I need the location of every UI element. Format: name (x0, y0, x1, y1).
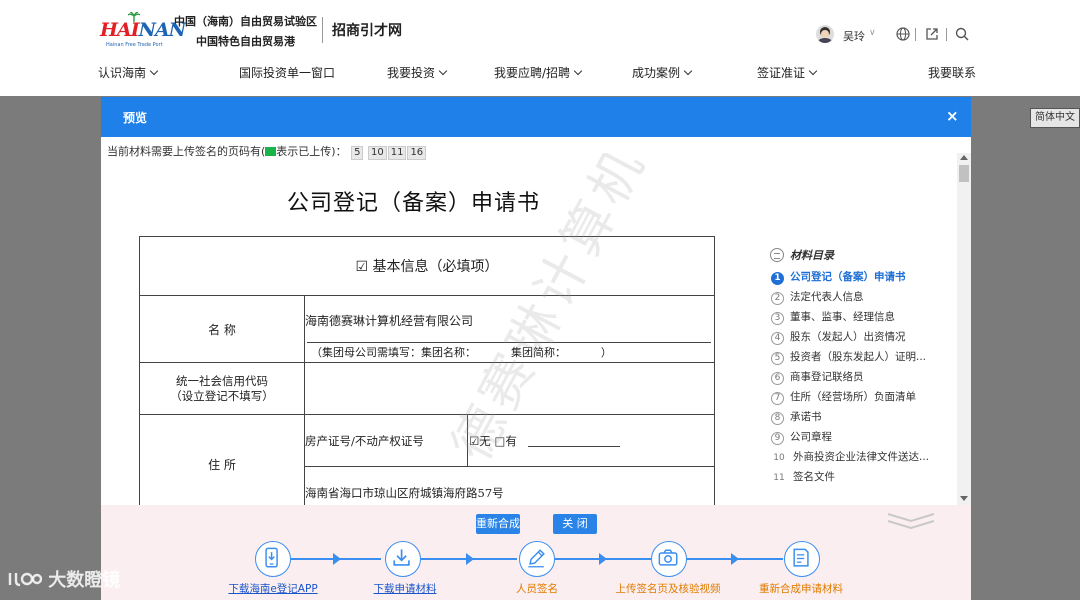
application-form-table: ☑ 基本信息（必填项） 名 称 海南德赛琳计算机经营有限公司 （集团母公司需填写… (139, 236, 715, 505)
toc-item[interactable]: 9 公司章程 (771, 429, 961, 445)
nav-item-jobs[interactable]: 我要应聘/招聘 (494, 64, 583, 81)
scroll-thumb[interactable] (959, 165, 969, 182)
phone-download-icon (265, 547, 278, 568)
header-icon-divider (946, 28, 947, 41)
nav-item-cases[interactable]: 成功案例 (632, 64, 693, 81)
process-footer: 重新合成 关 闭 下载海南e登记APP 下载申请材料 人员签名 上传签名页及核验… (101, 505, 971, 600)
brand-logo-icon (8, 572, 43, 587)
arrow-right-icon (731, 553, 739, 565)
org-line-1: 中国（海南）自由贸易试验区 (174, 15, 317, 28)
step-4[interactable] (651, 541, 687, 577)
toc-item[interactable]: 10 外商投资企业法律文件送达... (771, 449, 961, 466)
nav-item-single-window[interactable]: 国际投资单一窗口 (239, 64, 335, 81)
modal-title: 预览 (123, 111, 148, 125)
download-icon (393, 549, 410, 566)
nav-item-know-hainan[interactable]: 认识海南 (98, 64, 159, 81)
arrow-right-icon (333, 553, 341, 565)
toc-item[interactable]: 1 公司登记（备案）申请书 (771, 269, 961, 285)
chevron-down-icon (438, 66, 448, 76)
company-name: 海南德赛琳计算机经营有限公司 (305, 314, 474, 328)
address-value-cell: 海南省海口市琼山区府城镇海府路57号 (305, 467, 715, 505)
step-2-label[interactable]: 下载申请材料 (374, 581, 437, 596)
section-header: ☑ 基本信息（必填项） (140, 237, 715, 296)
regenerate-button[interactable]: 重新合成 (476, 514, 520, 534)
external-link-icon[interactable] (925, 27, 939, 41)
pen-sign-icon (528, 549, 545, 568)
toc-item[interactable]: 8 承诺书 (771, 409, 961, 425)
logo-subtitle: Hainan Free Trade Port (106, 42, 163, 48)
credit-code-label: 统一社会信用代码 （设立登记不填写） (140, 363, 305, 415)
close-button[interactable]: 关 闭 (553, 514, 597, 534)
scroll-down-icon[interactable] (960, 496, 968, 501)
scroll-up-icon[interactable] (960, 155, 968, 160)
brand-watermark: 大数瞪镜 (8, 566, 120, 592)
header-icon-divider (915, 28, 916, 41)
group-note: （集团母公司需填写：集团名称： 集团简称： ） (311, 346, 612, 359)
step-3[interactable] (519, 541, 555, 577)
toc-item[interactable]: 3 董事、监事、经理信息 (771, 309, 961, 325)
chevron-down-icon (808, 66, 818, 76)
toc-item[interactable]: 7 住所（经营场所）负面清单 (771, 389, 961, 405)
address-label: 住 所 (140, 415, 305, 505)
step-1[interactable] (255, 541, 291, 577)
step-1-label[interactable]: 下载海南e登记APP (228, 581, 317, 596)
document-title: 公司登记（备案）申请书 (287, 191, 541, 216)
nav-item-contact[interactable]: 我要联系 (928, 64, 976, 81)
hainan-logo[interactable]: HAINAN Hainan Free Trade Port (98, 12, 186, 50)
arrow-right-icon (599, 553, 607, 565)
toc-item[interactable]: 6 商事登记联络员 (771, 369, 961, 385)
toc-item[interactable]: 2 法定代表人信息 (771, 289, 961, 305)
step-3-label: 人员签名 (516, 583, 558, 595)
chevron-down-icon (573, 66, 583, 76)
toc-item[interactable]: 5 投资者（股东发起人）证明... (771, 349, 961, 365)
modal-header: 预览 × (101, 97, 971, 137)
camera-icon (658, 549, 678, 566)
name-label: 名 称 (140, 296, 305, 363)
toc-item[interactable]: 4 股东（发起人）出资情况 (771, 329, 961, 345)
list-icon (770, 248, 784, 262)
logo-text-red: HAI (100, 19, 140, 41)
arrow-right-icon (466, 553, 474, 565)
toc-title: 材料目录 (770, 247, 834, 263)
step-5[interactable] (784, 541, 820, 577)
document-scrollbar[interactable] (957, 153, 971, 505)
site-name: 招商引才网 (332, 23, 402, 39)
collapse-chevron-icon[interactable] (886, 511, 936, 531)
preview-modal: 预览 × 当前材料需要上传签名的页码有(表示已上传)： 5 10 11 16 公司登… (101, 97, 971, 600)
document-preview[interactable]: 公司登记（备案）申请书 ☑ 基本信息（必填项） 名 称 海南德赛琳计算机经营有限… (101, 153, 971, 505)
toc-item[interactable]: 11 签名文件 (771, 469, 961, 486)
document-edit-icon (793, 548, 809, 567)
close-icon[interactable]: × (946, 107, 959, 125)
step-5-label: 重新合成申请材料 (759, 583, 843, 595)
chevron-down-icon (683, 66, 693, 76)
user-name[interactable]: 吴玲 (843, 28, 865, 44)
step-2[interactable] (385, 541, 421, 577)
header-divider (322, 17, 323, 43)
nav-item-invest[interactable]: 我要投资 (387, 64, 448, 81)
step-4-label: 上传签名页及核验视频 (615, 583, 721, 595)
user-avatar[interactable] (816, 25, 834, 43)
language-select[interactable]: 简体中文 (1030, 108, 1080, 128)
site-header: HAINAN Hainan Free Trade Port 中国（海南）自由贸易… (0, 0, 1080, 96)
chevron-down-icon (149, 66, 159, 76)
chevron-down-icon[interactable]: ∨ (869, 28, 876, 38)
nav-item-visa[interactable]: 签证准证 (757, 64, 818, 81)
address-value: 海南省海口市琼山区府城镇海府路57号 (305, 486, 504, 500)
org-line-2: 中国特色自由贸易港 (196, 35, 295, 48)
globe-icon[interactable] (896, 27, 910, 41)
search-icon[interactable] (955, 27, 969, 41)
